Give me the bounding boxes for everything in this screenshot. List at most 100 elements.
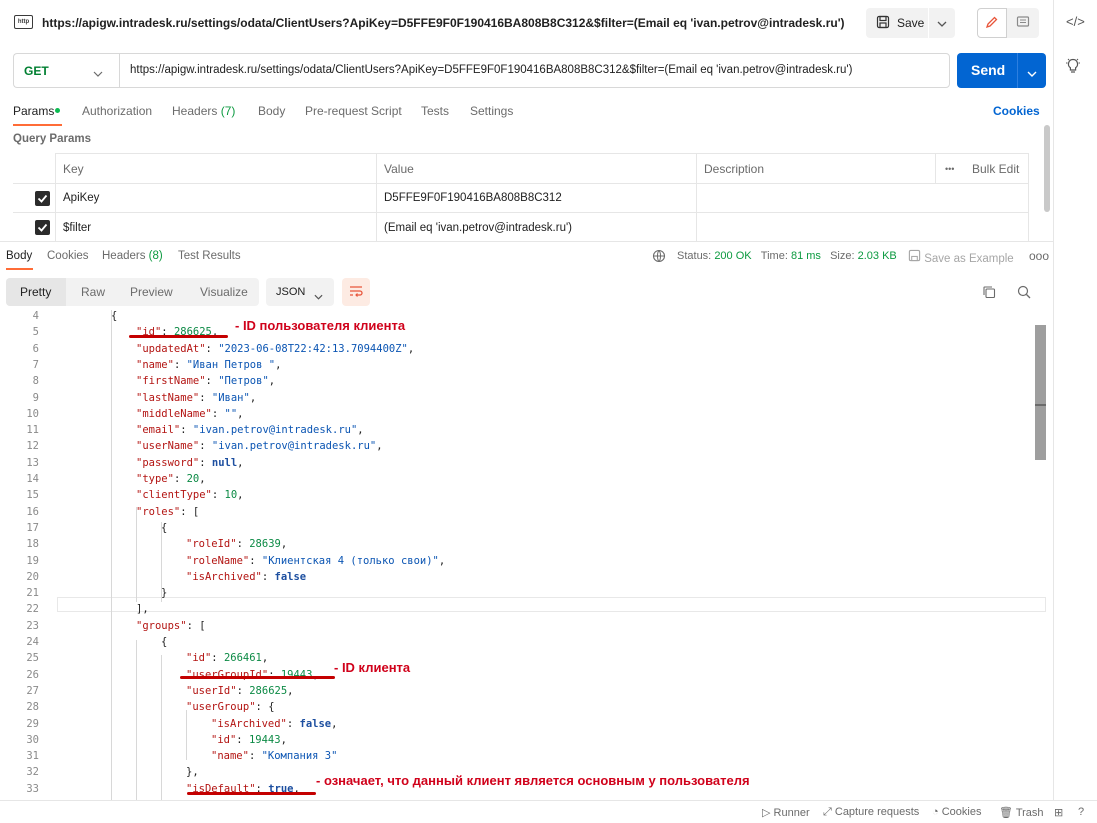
- chevron-down-icon: [937, 16, 947, 30]
- wrap-lines-button[interactable]: [342, 278, 370, 306]
- line-number: 5: [32, 326, 39, 339]
- response-tab-headers[interactable]: Headers (8): [102, 250, 163, 262]
- view-pretty-button[interactable]: Pretty: [20, 285, 51, 299]
- line-number: 27: [26, 684, 39, 697]
- capture-requests-button[interactable]: ⤢ Capture requests: [823, 806, 919, 819]
- code-line: "lastName": "Иван",: [136, 391, 257, 404]
- line-number: 9: [32, 391, 39, 404]
- cookies-link[interactable]: Cookies: [993, 104, 1040, 118]
- search-icon[interactable]: [1017, 285, 1031, 302]
- view-visualize-button[interactable]: Visualize: [200, 285, 248, 299]
- param-checkbox[interactable]: [35, 220, 50, 235]
- response-headers-count: (8): [148, 250, 163, 262]
- more-options-icon[interactable]: ooo: [1029, 249, 1049, 263]
- lightbulb-icon[interactable]: [1066, 58, 1080, 77]
- copy-icon[interactable]: [982, 285, 996, 302]
- line-number: 29: [26, 717, 39, 730]
- headers-count: (7): [220, 104, 236, 118]
- annotation-is-default: - означает, что данный клиент является о…: [316, 773, 750, 788]
- response-body-editor[interactable]: 4{5 "id": 286625, 6 "updatedAt": "2023-06-0…: [0, 310, 1047, 800]
- line-number: 13: [26, 456, 39, 469]
- right-sidebar: [1053, 0, 1097, 800]
- annotation-client-user-id: - ID пользователя клиента: [235, 318, 406, 333]
- table-border: [13, 212, 1029, 213]
- param-value[interactable]: (Email eq 'ivan.petrov@intradesk.ru'): [384, 222, 572, 234]
- play-icon: ▷: [762, 807, 771, 819]
- save-as-example-button[interactable]: Save as Example: [908, 249, 1014, 265]
- code-line: "middleName": "",: [136, 407, 244, 420]
- layout-icon[interactable]: ⊞: [1054, 806, 1063, 819]
- editor-scrollbar[interactable]: [1035, 325, 1046, 460]
- save-icon: [876, 15, 890, 32]
- code-line: },: [186, 766, 199, 779]
- tab-headers[interactable]: Headers (7): [172, 104, 235, 118]
- save-options-button[interactable]: [929, 8, 955, 38]
- response-tab-test-results[interactable]: Test Results: [178, 250, 241, 262]
- line-number: 26: [26, 668, 39, 681]
- code-snippet-icon[interactable]: </>: [1066, 14, 1085, 29]
- pencil-icon: [985, 15, 999, 32]
- line-number: 16: [26, 505, 39, 518]
- line-number: 11: [26, 424, 39, 437]
- table-border: [696, 153, 697, 241]
- code-line: "clientType": 10,: [136, 489, 244, 502]
- request-scrollbar[interactable]: [1044, 125, 1050, 212]
- code-line: "roleId": 28639,: [186, 538, 288, 551]
- bulk-edit-button[interactable]: Bulk Edit: [972, 162, 1019, 176]
- save-button[interactable]: Save: [866, 8, 928, 38]
- line-number: 14: [26, 473, 39, 485]
- line-number: 21: [26, 587, 39, 600]
- tab-tests[interactable]: Tests: [421, 104, 449, 118]
- param-value[interactable]: D5FFE9F0F190416BA808B8C312: [384, 192, 562, 204]
- chevron-down-icon[interactable]: [1027, 66, 1037, 80]
- table-border: [376, 153, 377, 241]
- trash-label: Trash: [1015, 807, 1044, 819]
- comments-button[interactable]: [1007, 8, 1039, 38]
- indent-guide: [136, 507, 137, 602]
- line-number: 30: [26, 733, 39, 746]
- line-number: 10: [26, 407, 39, 420]
- param-key[interactable]: ApiKey: [63, 192, 99, 204]
- comment-icon: [1016, 15, 1030, 32]
- line-number: 22: [26, 603, 39, 616]
- runner-label: Runner: [773, 807, 810, 819]
- code-line: "groups": [: [136, 619, 206, 632]
- time-value[interactable]: 81 ms: [791, 250, 821, 262]
- tab-prerequest-script[interactable]: Pre-request Script: [305, 104, 402, 118]
- response-tab-body[interactable]: Body: [6, 250, 32, 262]
- tab-headers-label: Headers: [172, 104, 218, 118]
- cookies-label: Cookies: [941, 806, 982, 818]
- param-key[interactable]: $filter: [63, 222, 91, 234]
- capture-icon: ⤢: [823, 806, 832, 818]
- code-line: {: [161, 521, 168, 534]
- cookies-button[interactable]: ◔ Cookies: [932, 806, 981, 818]
- line-number: 25: [26, 652, 39, 665]
- tab-settings[interactable]: Settings: [470, 104, 513, 118]
- edit-mode-button[interactable]: [977, 8, 1007, 38]
- table-border: [935, 153, 936, 183]
- runner-button[interactable]: ▷ Runner: [762, 806, 810, 819]
- code-line: "id": 266461,: [186, 652, 269, 665]
- code-line: "firstName": "Петров",: [136, 375, 276, 388]
- request-title[interactable]: https://apigw.intradesk.ru/settings/odat…: [42, 16, 845, 30]
- view-raw-button[interactable]: Raw: [81, 285, 105, 299]
- more-options-icon[interactable]: •••: [945, 164, 954, 174]
- tab-params[interactable]: Params: [13, 104, 54, 118]
- size-value[interactable]: 2.03 KB: [858, 250, 897, 262]
- url-input[interactable]: https://apigw.intradesk.ru/settings/odat…: [130, 64, 852, 76]
- trash-button[interactable]: 🗑 Trash: [999, 806, 1044, 819]
- pane-divider[interactable]: [0, 241, 1053, 242]
- save-example-label: Save as Example: [924, 253, 1014, 265]
- column-header-value: Value: [384, 162, 414, 176]
- tab-authorization[interactable]: Authorization: [82, 104, 152, 118]
- param-checkbox[interactable]: [35, 191, 50, 206]
- response-tab-cookies[interactable]: Cookies: [47, 250, 89, 262]
- tab-body[interactable]: Body: [258, 104, 285, 118]
- code-line: "password": null,: [136, 456, 244, 469]
- status-label: Status:: [677, 250, 712, 262]
- help-icon[interactable]: ?: [1078, 806, 1084, 818]
- table-border: [55, 153, 1029, 154]
- annotation-client-id: - ID клиента: [334, 660, 411, 675]
- view-preview-button[interactable]: Preview: [130, 285, 173, 299]
- column-header-description: Description: [704, 162, 765, 176]
